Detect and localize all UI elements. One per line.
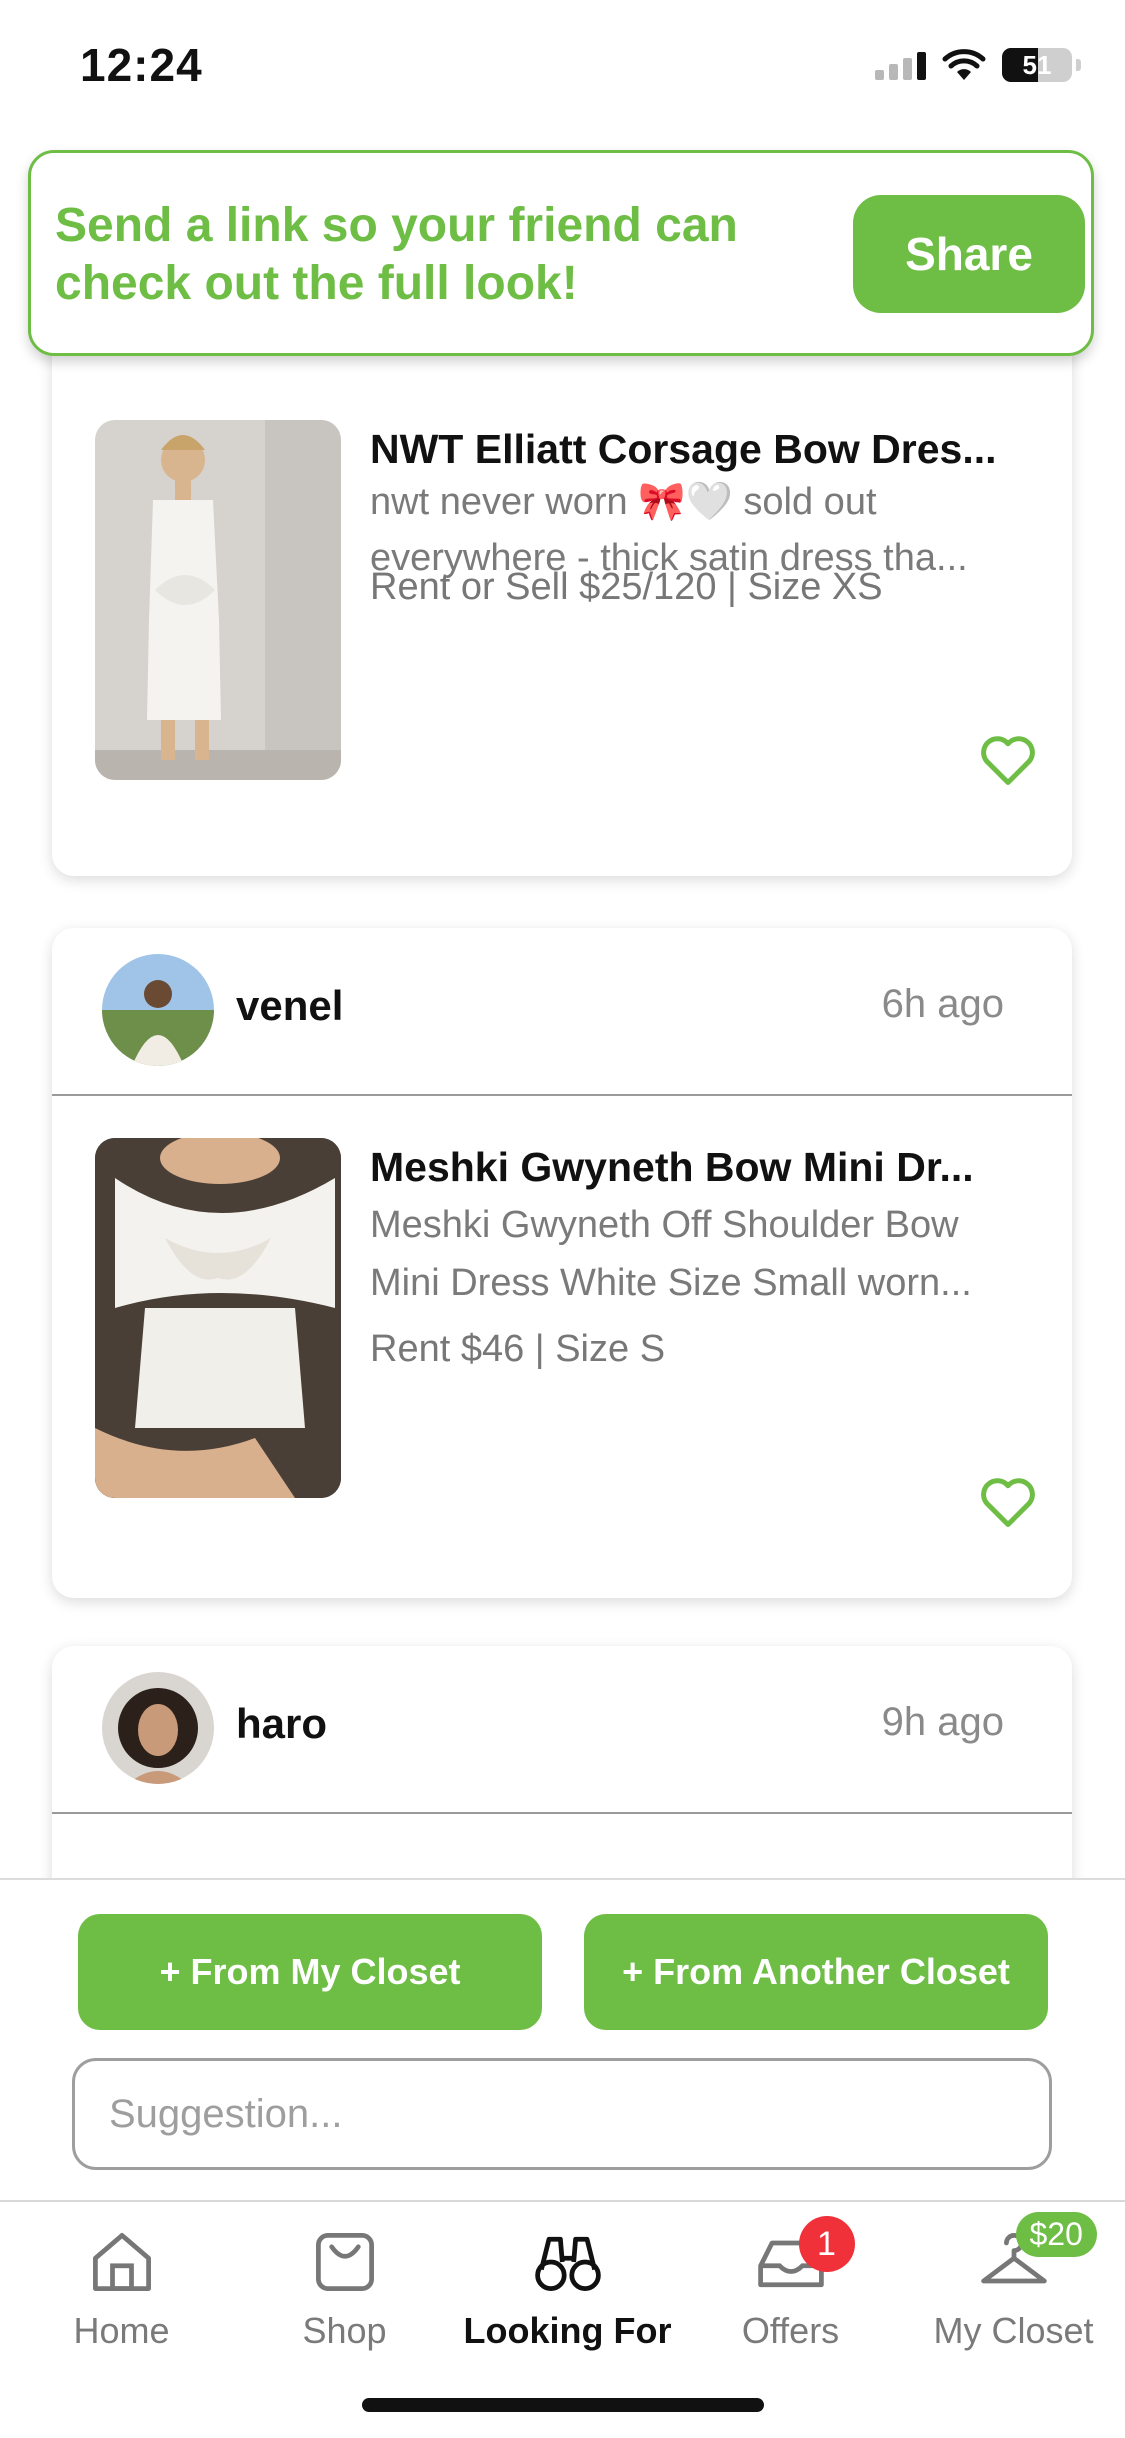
battery-icon: 51: [1002, 48, 1072, 82]
closet-balance-badge: $20: [1015, 2212, 1097, 2257]
suggestion-input[interactable]: Suggestion...: [72, 2058, 1052, 2170]
description-line: Mini Dress White Size Small worn...: [370, 1262, 972, 1304]
wifi-icon: [942, 49, 986, 80]
status-icons: 51: [875, 48, 1081, 82]
shopping-bag-icon: [315, 2233, 374, 2291]
tab-label: Looking For: [463, 2310, 672, 2351]
username[interactable]: venel: [236, 982, 343, 1030]
from-another-closet-button[interactable]: + From Another Closet: [584, 1914, 1048, 2030]
post-header: venel 6h ago: [52, 928, 1072, 1096]
home-indicator: [362, 2398, 764, 2412]
post-time: 9h ago: [881, 1700, 1004, 1744]
binoculars-icon: [534, 2236, 601, 2291]
tab-my-closet[interactable]: $20 My Closet: [901, 2212, 1125, 2352]
listing-price: Rent $46 | Size S: [370, 1328, 666, 1370]
tab-label: Shop: [302, 2310, 387, 2351]
offers-badge: 1: [798, 2216, 855, 2272]
battery-level: 51: [1022, 49, 1052, 80]
listing-price: Rent or Sell $25/120 | Size XS: [370, 566, 883, 608]
cellular-signal-icon: [875, 50, 926, 80]
from-my-closet-button[interactable]: + From My Closet: [78, 1914, 542, 2030]
listing-photo[interactable]: [95, 1138, 341, 1498]
battery-tip: [1076, 59, 1081, 71]
tab-offers[interactable]: 1 Offers: [678, 2216, 903, 2352]
listing-photo[interactable]: [95, 420, 341, 780]
heart-icon[interactable]: [978, 1474, 1038, 1530]
post-header: haro 9h ago: [52, 1646, 1072, 1814]
post-time: 6h ago: [881, 982, 1004, 1026]
listing-description: Meshki Gwyneth Off Shoulder Bow Mini Dre…: [370, 1196, 1050, 1312]
tab-label: Offers: [741, 2310, 840, 2351]
share-message: Send a link so your friend can check out…: [55, 199, 738, 310]
tab-looking-for[interactable]: Looking For: [455, 2224, 680, 2352]
listing-title[interactable]: NWT Elliatt Corsage Bow Dres...: [370, 426, 1050, 473]
feed[interactable]: NWT Elliatt Corsage Bow Dres... nwt neve…: [0, 246, 1125, 1881]
listing-title[interactable]: Meshki Gwyneth Bow Mini Dr...: [370, 1144, 1050, 1191]
suggestion-panel: + From My Closet + From Another Closet S…: [0, 1878, 1125, 2202]
home-icon: [92, 2233, 151, 2291]
description-line: Meshki Gwyneth Off Shoulder Bow: [370, 1204, 959, 1246]
post-card[interactable]: venel 6h ago Meshki Gwyneth Bow Mini Dr.…: [52, 928, 1072, 1598]
description-line: nwt never worn 🎀🤍 sold out: [370, 481, 877, 523]
avatar[interactable]: [102, 1672, 214, 1784]
username[interactable]: haro: [236, 1700, 327, 1748]
share-banner: Send a link so your friend can check out…: [28, 150, 1094, 356]
tab-home[interactable]: Home: [9, 2224, 234, 2352]
tab-shop[interactable]: Shop: [232, 2224, 457, 2352]
closet-icon-wrap: $20: [976, 2212, 1097, 2300]
status-time: 12:24: [80, 39, 203, 91]
avatar[interactable]: [102, 954, 214, 1066]
heart-icon[interactable]: [978, 732, 1038, 788]
offers-icon-wrap: 1: [753, 2216, 855, 2300]
share-button[interactable]: Share: [853, 195, 1085, 313]
tab-label: My Closet: [933, 2310, 1094, 2351]
tab-label: Home: [73, 2310, 170, 2351]
post-card[interactable]: haro 9h ago: [52, 1646, 1072, 1881]
